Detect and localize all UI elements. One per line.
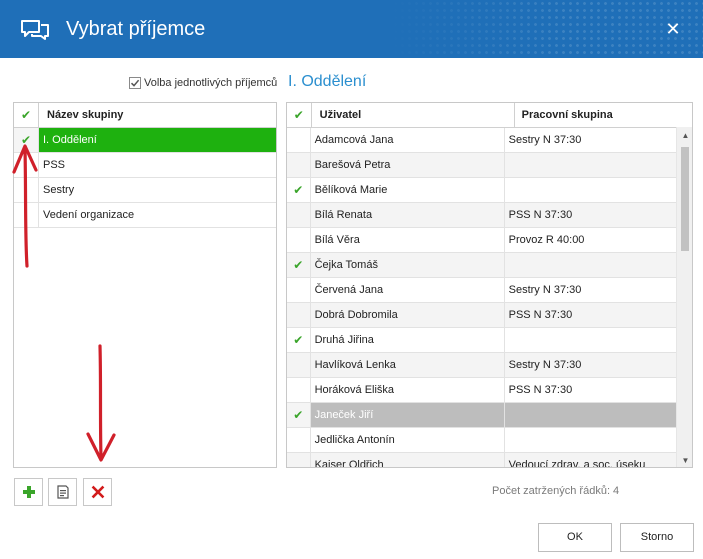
user-work-group: Sestry N 37:30 bbox=[508, 134, 582, 146]
user-work-group: PSS N 37:30 bbox=[508, 384, 573, 396]
row-check-cell[interactable] bbox=[287, 428, 311, 452]
annotation-arrow-up-icon bbox=[12, 144, 38, 268]
user-row[interactable]: Jedlička Antonín bbox=[287, 428, 676, 453]
checkmark-icon[interactable]: ✔ bbox=[287, 328, 311, 352]
user-name: Barešová Petra bbox=[311, 153, 505, 177]
user-name: Dobrá Dobromila bbox=[311, 303, 505, 327]
scrollbar-thumb[interactable] bbox=[681, 147, 689, 251]
row-check-cell[interactable] bbox=[287, 228, 311, 252]
ok-button[interactable]: OK bbox=[538, 523, 612, 552]
user-work-group bbox=[505, 153, 676, 177]
individual-recipients-checkbox[interactable] bbox=[129, 77, 141, 89]
scroll-down-arrow-icon[interactable]: ▼ bbox=[677, 452, 692, 467]
checked-rows-label: Počet zatržených řádků: bbox=[492, 485, 611, 497]
user-work-group: Provoz R 40:00 bbox=[508, 234, 585, 246]
vertical-scrollbar[interactable]: ▲ ▼ bbox=[676, 127, 692, 467]
header-checkmark-icon[interactable]: ✔ bbox=[287, 103, 312, 127]
user-work-group bbox=[505, 253, 676, 277]
delete-x-icon bbox=[91, 485, 104, 499]
user-header[interactable]: Uživatel bbox=[312, 103, 515, 127]
title-bar: Vybrat příjemce ✕ bbox=[0, 0, 703, 58]
checkmark-icon[interactable]: ✔ bbox=[287, 403, 311, 427]
group-name: Vedení organizace bbox=[43, 209, 135, 221]
individual-recipients-option[interactable]: Volba jednotlivých příjemců bbox=[129, 76, 277, 90]
window-title: Vybrat příjemce bbox=[66, 18, 206, 40]
user-row[interactable]: Červená Jana Sestry N 37:30 bbox=[287, 278, 676, 303]
user-row[interactable]: Kaiser Oldřich Vedoucí zdrav. a soc. úsek… bbox=[287, 453, 676, 468]
user-row[interactable]: Adamcová Jana Sestry N 37:30 bbox=[287, 128, 676, 153]
add-group-button[interactable] bbox=[14, 478, 43, 506]
checked-rows-value: 4 bbox=[613, 485, 620, 497]
user-work-group: Sestry N 37:30 bbox=[508, 284, 582, 296]
users-header: ✔ Uživatel Pracovní skupina bbox=[287, 103, 692, 128]
group-row[interactable]: ✔ I. Oddělení bbox=[14, 128, 276, 153]
user-row[interactable]: Dobrá Dobromila PSS N 37:30 bbox=[287, 303, 676, 328]
individual-recipients-label: Volba jednotlivých příjemců bbox=[144, 77, 278, 89]
row-check-cell[interactable] bbox=[287, 453, 311, 467]
group-row[interactable]: PSS bbox=[14, 153, 276, 178]
group-name: PSS bbox=[43, 159, 66, 171]
department-title: I. Oddělení bbox=[288, 73, 367, 90]
delete-group-button[interactable] bbox=[83, 478, 112, 506]
group-name: I. Oddělení bbox=[43, 134, 97, 146]
user-work-group: Sestry N 37:30 bbox=[508, 359, 582, 371]
group-row[interactable]: Sestry bbox=[14, 178, 276, 203]
user-name: Bílá Renata bbox=[311, 203, 505, 227]
close-icon[interactable]: ✕ bbox=[662, 18, 684, 40]
user-row[interactable]: ✔ Čejka Tomáš bbox=[287, 253, 676, 278]
user-row[interactable]: Horáková Eliška PSS N 37:30 bbox=[287, 378, 676, 403]
groups-grid: ✔ Název skupiny ✔ I. Oddělení PSS Sestry Ved… bbox=[13, 102, 277, 468]
checkmark-icon[interactable]: ✔ bbox=[287, 178, 311, 202]
user-work-group bbox=[505, 178, 676, 202]
users-grid: ✔ Uživatel Pracovní skupina Adamcová Jan… bbox=[286, 102, 693, 468]
user-work-group: PSS N 37:30 bbox=[508, 309, 573, 321]
user-row[interactable]: Barešová Petra bbox=[287, 153, 676, 178]
group-name: Sestry bbox=[43, 184, 75, 196]
annotation-arrow-down-icon bbox=[86, 344, 116, 462]
user-name: Červená Jana bbox=[311, 278, 505, 302]
scroll-up-arrow-icon[interactable]: ▲ bbox=[677, 127, 692, 144]
user-name: Čejka Tomáš bbox=[311, 253, 505, 277]
work-group-header[interactable]: Pracovní skupina bbox=[515, 103, 692, 127]
row-check-cell[interactable] bbox=[287, 378, 311, 402]
user-name: Adamcová Jana bbox=[311, 128, 505, 152]
header-checkmark-icon[interactable]: ✔ bbox=[14, 103, 39, 127]
row-check-cell[interactable] bbox=[287, 203, 311, 227]
user-row[interactable]: ✔ Druhá Jiřina bbox=[287, 328, 676, 353]
row-check-cell[interactable] bbox=[287, 353, 311, 377]
checkmark-icon bbox=[130, 79, 140, 87]
user-name: Janeček Jiří bbox=[311, 403, 505, 427]
user-row[interactable]: Havlíková Lenka Sestry N 37:30 bbox=[287, 353, 676, 378]
user-row[interactable]: ✔ Bělíková Marie bbox=[287, 178, 676, 203]
cancel-button[interactable]: Storno bbox=[620, 523, 694, 552]
user-work-group: PSS N 37:30 bbox=[508, 209, 573, 221]
user-work-group: Vedoucí zdrav. a soc. úseku bbox=[508, 459, 646, 468]
checkmark-icon[interactable]: ✔ bbox=[287, 253, 311, 277]
user-work-group bbox=[505, 428, 676, 452]
plus-icon bbox=[22, 486, 35, 498]
user-work-group bbox=[505, 328, 676, 352]
document-edit-icon bbox=[56, 485, 69, 499]
user-row[interactable]: Bílá Věra Provoz R 40:00 bbox=[287, 228, 676, 253]
row-check-cell[interactable] bbox=[287, 153, 311, 177]
user-name: Bílá Věra bbox=[311, 228, 505, 252]
user-name: Kaiser Oldřich bbox=[311, 453, 505, 467]
user-name: Horáková Eliška bbox=[311, 378, 505, 402]
chat-bubbles-icon bbox=[21, 20, 49, 40]
edit-group-button[interactable] bbox=[48, 478, 77, 506]
group-name-header[interactable]: Název skupiny bbox=[39, 103, 275, 127]
user-row[interactable]: Bílá Renata PSS N 37:30 bbox=[287, 203, 676, 228]
user-row[interactable]: ✔ Janeček Jiří bbox=[287, 403, 676, 428]
row-check-cell[interactable] bbox=[287, 278, 311, 302]
user-name: Havlíková Lenka bbox=[311, 353, 505, 377]
row-check-cell[interactable] bbox=[287, 303, 311, 327]
user-name: Druhá Jiřina bbox=[311, 328, 505, 352]
groups-header: ✔ Název skupiny bbox=[14, 103, 276, 128]
user-work-group bbox=[505, 403, 676, 427]
group-row[interactable]: Vedení organizace bbox=[14, 203, 276, 228]
user-name: Bělíková Marie bbox=[311, 178, 505, 202]
user-name: Jedlička Antonín bbox=[311, 428, 505, 452]
row-check-cell[interactable] bbox=[287, 128, 311, 152]
checked-rows-count: Počet zatržených řádků: 4 bbox=[492, 485, 622, 497]
